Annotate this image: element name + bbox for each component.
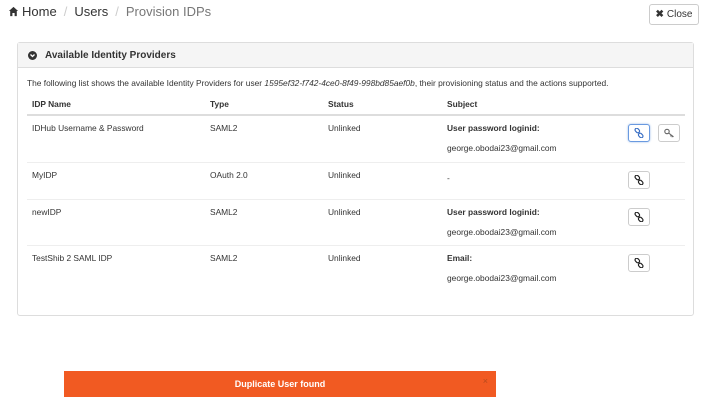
table-row: IDHub Username & Password SAML2 Unlinked… <box>27 114 685 162</box>
idp-subject: User password loginid: george.obodai23@g… <box>442 198 622 245</box>
panel-title: Available Identity Providers <box>45 49 176 61</box>
toast-close-icon[interactable]: × <box>483 376 488 386</box>
link-button[interactable] <box>628 170 650 189</box>
column-header-status: Status <box>323 99 442 116</box>
toast-message: Duplicate User found <box>234 379 326 389</box>
breadcrumb: Home / Users / Provision IDPs <box>8 4 211 19</box>
idp-status: Unlinked <box>323 114 442 162</box>
chevron-down-icon[interactable] <box>28 50 37 60</box>
intro-prefix: The following list shows the available I… <box>27 78 265 88</box>
row-actions <box>622 114 685 162</box>
breadcrumb-separator: / <box>115 4 119 19</box>
link-button[interactable] <box>628 207 650 226</box>
panel-heading[interactable]: Available Identity Providers <box>18 43 693 68</box>
idp-status: Unlinked <box>323 161 442 199</box>
breadcrumb-current: Provision IDPs <box>125 4 212 19</box>
idp-subject: Email: george.obodai23@gmail.com <box>442 244 622 290</box>
idp-type: SAML2 <box>205 114 323 162</box>
table-row: newIDP SAML2 Unlinked User password logi… <box>27 198 685 245</box>
intro-suffix: , their provisioning status and the acti… <box>414 78 609 88</box>
idp-subject: User password loginid: george.obodai23@g… <box>442 114 622 162</box>
idp-type: SAML2 <box>205 244 323 290</box>
row-actions <box>622 244 685 290</box>
row-actions <box>622 198 685 245</box>
column-header-subject: Subject <box>442 99 622 116</box>
key-icon <box>663 128 674 138</box>
idp-status: Unlinked <box>323 244 442 290</box>
link-button[interactable] <box>628 253 650 272</box>
intro-text: The following list shows the available I… <box>27 78 684 88</box>
link-icon <box>634 174 644 185</box>
column-header-idp-name: IDP Name <box>27 99 205 116</box>
subject-value: - <box>447 172 450 183</box>
link-icon <box>634 257 644 268</box>
subject-value: george.obodai23@gmail.com <box>447 143 557 153</box>
subject-label: User password loginid: <box>447 123 540 133</box>
breadcrumb-home[interactable]: Home <box>8 4 57 19</box>
idp-name: TestShib 2 SAML IDP <box>27 244 205 290</box>
subject-value: george.obodai23@gmail.com <box>447 226 557 237</box>
idp-type: SAML2 <box>205 198 323 245</box>
table-row: TestShib 2 SAML IDP SAML2 Unlinked Email… <box>27 244 685 290</box>
breadcrumb-separator: / <box>63 4 68 19</box>
idp-name: newIDP <box>27 198 205 245</box>
breadcrumb-users[interactable]: Users <box>74 4 108 19</box>
close-button[interactable]: ✖ Close <box>649 4 699 25</box>
idp-status: Unlinked <box>323 198 442 245</box>
table-row: MyIDP OAuth 2.0 Unlinked - <box>27 161 685 199</box>
key-button[interactable] <box>658 124 680 142</box>
idp-type: OAuth 2.0 <box>205 161 323 199</box>
column-header-actions <box>622 99 685 116</box>
link-button[interactable] <box>628 124 650 142</box>
subject-label: User password loginid: <box>447 206 540 217</box>
breadcrumb-home-label[interactable]: Home <box>22 4 57 19</box>
close-button-label: Close <box>666 9 693 20</box>
idp-subject: - <box>442 161 622 199</box>
idp-name: IDHub Username & Password <box>27 114 205 162</box>
idp-table: IDP Name Type Status Subject IDHub Usern… <box>27 99 685 290</box>
link-icon <box>634 128 644 138</box>
link-icon <box>634 211 644 222</box>
user-id: 1595ef32-f742-4ce0-8f49-998bd85aef0b <box>264 78 415 88</box>
close-icon: ✖ <box>655 9 664 20</box>
identity-providers-panel: Available Identity Providers The followi… <box>17 42 694 316</box>
home-icon <box>8 6 19 17</box>
subject-value: george.obodai23@gmail.com <box>447 272 557 283</box>
idp-name: MyIDP <box>27 161 205 199</box>
row-actions <box>622 161 685 199</box>
error-toast: Duplicate User found × <box>64 371 496 397</box>
column-header-type: Type <box>205 99 323 116</box>
subject-label: Email: <box>447 252 473 263</box>
